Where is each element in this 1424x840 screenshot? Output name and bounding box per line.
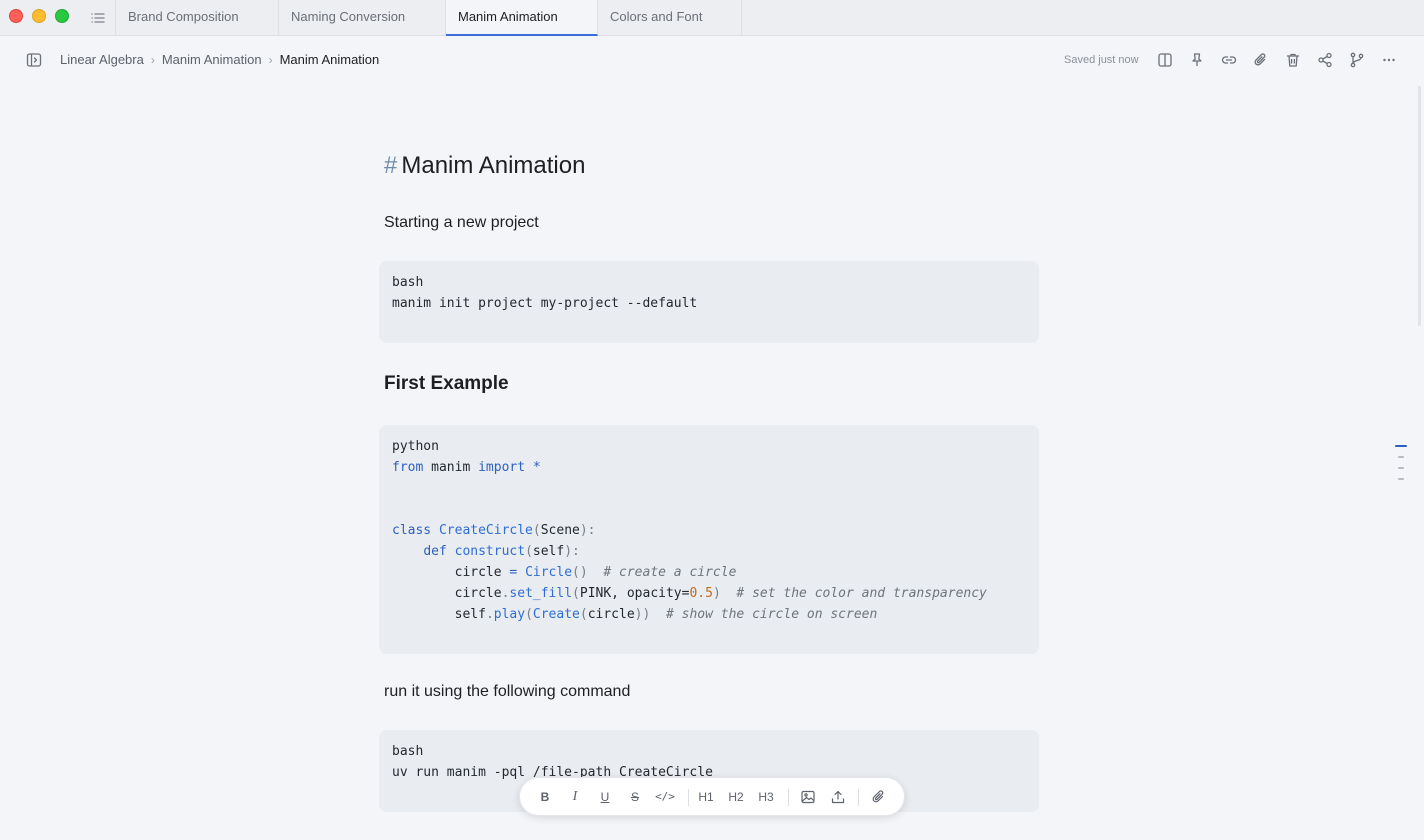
code-keyword: class — [392, 523, 432, 538]
zoom-window-button[interactable] — [55, 9, 69, 23]
save-status: Saved just now — [1064, 54, 1139, 66]
code-text: manim — [423, 460, 479, 475]
breadcrumb-separator: › — [268, 53, 273, 67]
branch-icon[interactable] — [1348, 51, 1366, 69]
code-block-bash-init[interactable]: bash manim init project my-project --def… — [379, 261, 1039, 343]
breadcrumb-separator: › — [150, 53, 155, 67]
breadcrumb: Linear Algebra › Manim Animation › Manim… — [60, 51, 379, 69]
breadcrumb-current-page: Manim Animation — [279, 52, 380, 67]
bold-button[interactable]: B — [537, 788, 553, 806]
more-icon[interactable] — [1380, 51, 1398, 69]
code-function-name: set_fill — [509, 586, 573, 601]
code-function-name: play — [493, 607, 526, 622]
code-comment: # show the circle on screen — [665, 607, 878, 622]
outline-item[interactable] — [1398, 478, 1404, 480]
tab-list-icon[interactable] — [89, 9, 107, 27]
code-language-label: bash — [392, 744, 424, 759]
breadcrumb-manim-animation-parent[interactable]: Manim Animation — [162, 51, 262, 69]
tab-brand-composition[interactable]: Brand Composition — [116, 0, 279, 36]
code-function-name: Circle — [525, 565, 573, 580]
scrollbar[interactable] — [1418, 86, 1421, 326]
toolbar-divider — [788, 789, 789, 806]
code-keyword: import — [478, 460, 526, 475]
code-language-label: python — [392, 439, 439, 454]
outline-item[interactable] — [1398, 467, 1404, 469]
tab-manim-animation[interactable]: Manim Animation — [446, 0, 598, 36]
heading3-button[interactable]: H3 — [756, 788, 776, 806]
page-title-text: Manim Animation — [401, 152, 586, 179]
code-text: circle — [454, 586, 502, 601]
code-function-name: Create — [532, 607, 580, 622]
upload-icon[interactable] — [829, 788, 847, 806]
code-comment: # set the color and transparency — [736, 586, 987, 601]
code-button[interactable]: </> — [653, 788, 677, 806]
attach-file-icon[interactable] — [870, 788, 888, 806]
format-toolbar: B I U S </> H1 H2 H3 — [519, 777, 905, 816]
sidebar-toggle-icon[interactable] — [25, 51, 43, 69]
heading-marker: # — [384, 152, 398, 179]
code-text: Scene — [540, 523, 580, 538]
toolbar-divider — [858, 789, 859, 806]
italic-button[interactable]: I — [567, 788, 583, 806]
pin-icon[interactable] — [1188, 51, 1206, 69]
toolbar-divider — [688, 789, 689, 806]
breadcrumb-linear-algebra[interactable]: Linear Algebra — [60, 51, 144, 69]
code-line: manim init project my-project --default — [392, 296, 698, 311]
code-function-name: construct — [454, 544, 526, 559]
code-class-name: CreateCircle — [438, 523, 533, 538]
heading2-button[interactable]: H2 — [726, 788, 746, 806]
image-icon[interactable] — [799, 788, 817, 806]
code-comment: # create a circle — [603, 565, 737, 580]
minimize-window-button[interactable] — [32, 9, 46, 23]
attachment-icon[interactable] — [1252, 51, 1270, 69]
split-view-icon[interactable] — [1156, 51, 1174, 69]
code-text: circle — [587, 607, 635, 622]
code-keyword: from — [392, 460, 424, 475]
code-keyword: def — [423, 544, 447, 559]
intro-paragraph: Starting a new project — [384, 214, 539, 231]
code-text: self — [532, 544, 565, 559]
code-text: self — [454, 607, 486, 622]
code-block-python[interactable]: python from manim import * class CreateC… — [379, 425, 1039, 654]
outline-item-active[interactable] — [1395, 445, 1407, 447]
share-icon[interactable] — [1316, 51, 1334, 69]
link-icon[interactable] — [1220, 51, 1238, 69]
code-language-label: bash — [392, 275, 424, 290]
code-text: = — [501, 565, 526, 580]
page-title: # Manim Animation — [384, 150, 585, 182]
code-text: circle — [454, 565, 502, 580]
section-heading: First Example — [384, 373, 509, 394]
outline-item[interactable] — [1398, 456, 1404, 458]
code-text: PINK, opacity= — [579, 586, 690, 601]
code-text: * — [525, 460, 541, 475]
close-window-button[interactable] — [9, 9, 23, 23]
strikethrough-button[interactable]: S — [627, 788, 643, 806]
tab-naming-conversion[interactable]: Naming Conversion — [279, 0, 446, 36]
underline-button[interactable]: U — [597, 788, 613, 806]
title-bar: Brand Composition Naming Conversion Mani… — [0, 0, 1424, 36]
run-paragraph: run it using the following command — [384, 683, 631, 700]
tab-colors-and-font[interactable]: Colors and Font — [598, 0, 742, 36]
trash-icon[interactable] — [1284, 51, 1302, 69]
code-number: 0.5 — [689, 586, 713, 601]
heading1-button[interactable]: H1 — [696, 788, 716, 806]
